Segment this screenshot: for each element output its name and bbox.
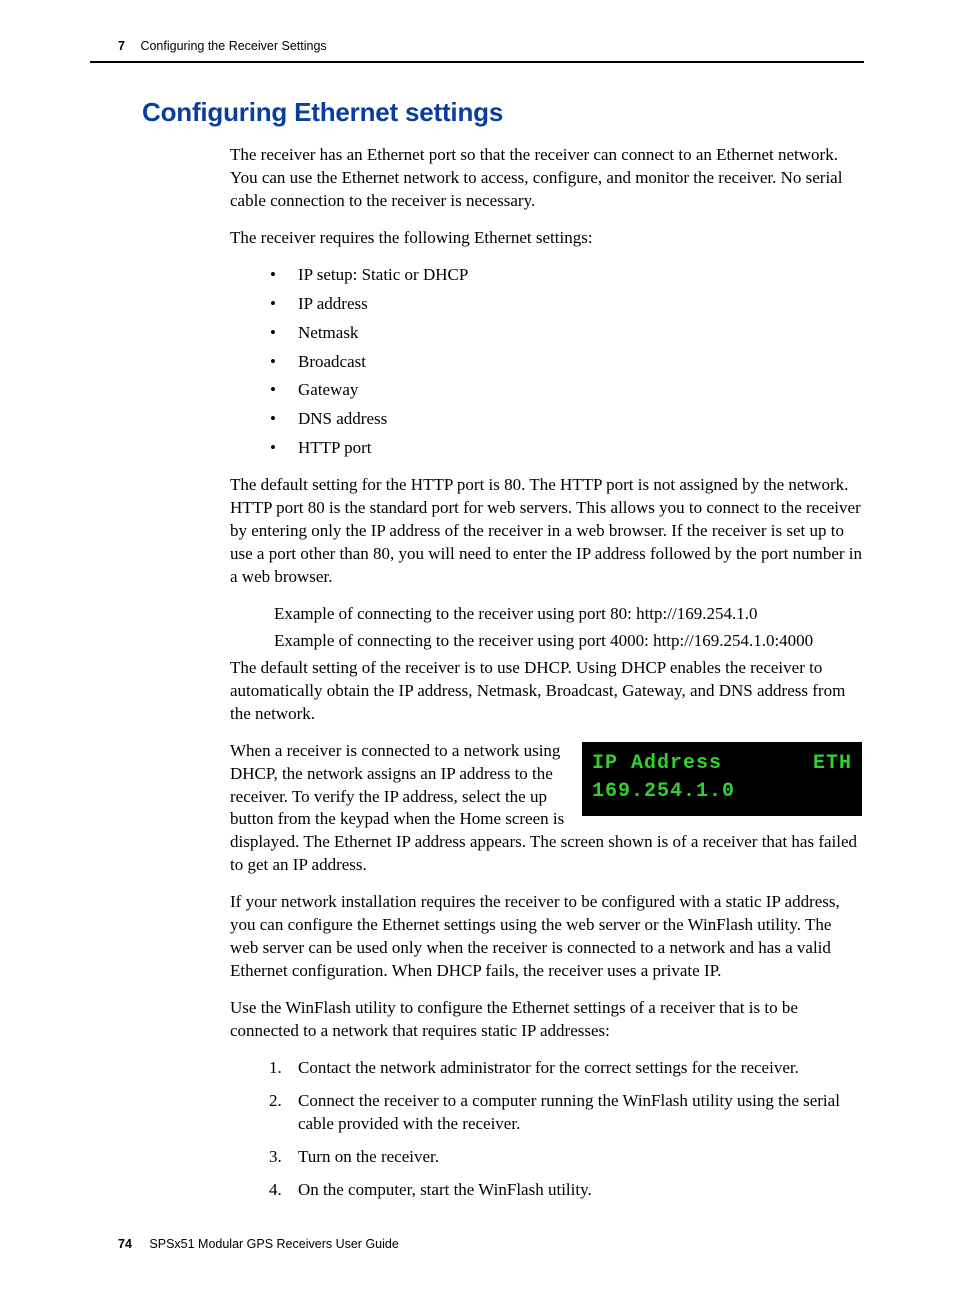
list-item: Broadcast xyxy=(270,351,862,374)
list-item: HTTP port xyxy=(270,437,862,460)
lcd-ip-value: 169.254.1.0 xyxy=(592,778,852,806)
chapter-number: 7 xyxy=(118,39,125,53)
list-item: IP address xyxy=(270,293,862,316)
paragraph-with-figure: IP Address ETH 169.254.1.0 When a receiv… xyxy=(230,740,862,878)
example-line: Example of connecting to the receiver us… xyxy=(274,630,862,653)
step-item: On the computer, start the WinFlash util… xyxy=(286,1179,862,1202)
list-item: Gateway xyxy=(270,379,862,402)
list-item: Netmask xyxy=(270,322,862,345)
running-header: 7 Configuring the Receiver Settings xyxy=(90,38,864,61)
chapter-title: Configuring the Receiver Settings xyxy=(140,39,326,53)
step-item: Turn on the receiver. xyxy=(286,1146,862,1169)
numbered-steps: Contact the network administrator for th… xyxy=(258,1057,862,1202)
list-item: DNS address xyxy=(270,408,862,431)
lcd-screenshot: IP Address ETH 169.254.1.0 xyxy=(582,742,862,816)
step-item: Contact the network administrator for th… xyxy=(286,1057,862,1080)
paragraph: Use the WinFlash utility to configure th… xyxy=(230,997,862,1043)
paragraph: The default setting of the receiver is t… xyxy=(230,657,862,726)
paragraph: The default setting for the HTTP port is… xyxy=(230,474,862,589)
step-item: Connect the receiver to a computer runni… xyxy=(286,1090,862,1136)
header-rule xyxy=(90,61,864,63)
paragraph: The receiver requires the following Ethe… xyxy=(230,227,862,250)
page-number: 74 xyxy=(118,1237,132,1251)
page-footer: 74 SPSx51 Modular GPS Receivers User Gui… xyxy=(90,1236,864,1253)
paragraph: If your network installation requires th… xyxy=(230,891,862,983)
list-item: IP setup: Static or DHCP xyxy=(270,264,862,287)
lcd-label: IP Address xyxy=(592,750,722,778)
guide-title: SPSx51 Modular GPS Receivers User Guide xyxy=(149,1237,398,1251)
lcd-interface: ETH xyxy=(813,750,852,778)
body-text: The receiver has an Ethernet port so tha… xyxy=(230,144,862,1202)
paragraph: The receiver has an Ethernet port so tha… xyxy=(230,144,862,213)
example-block: Example of connecting to the receiver us… xyxy=(274,603,862,653)
settings-bullet-list: IP setup: Static or DHCP IP address Netm… xyxy=(270,264,862,461)
section-heading: Configuring Ethernet settings xyxy=(142,95,864,130)
example-line: Example of connecting to the receiver us… xyxy=(274,603,862,626)
